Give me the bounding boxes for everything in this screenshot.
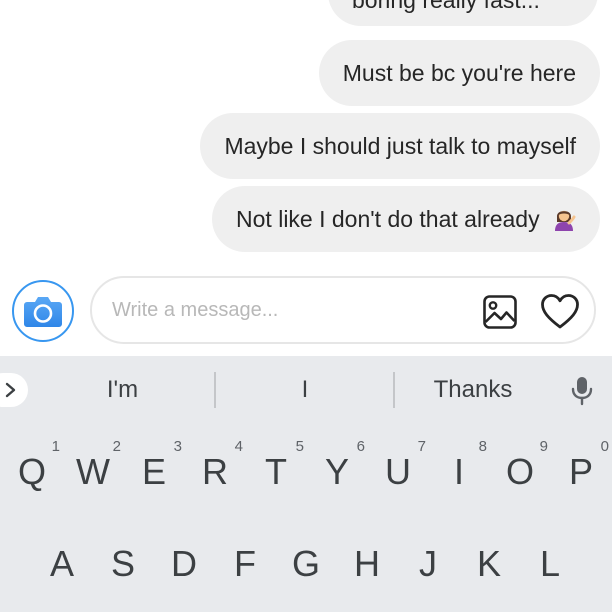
key-letter: K: [476, 543, 501, 584]
key-letter: F: [234, 543, 256, 584]
key-letter: U: [385, 451, 411, 492]
suggestion-item[interactable]: Thanks: [395, 374, 551, 406]
key-letter: R: [202, 451, 228, 492]
key-letter: O: [505, 451, 534, 492]
person-tipping-hand-emoji: [555, 210, 576, 231]
heart-icon: [541, 294, 579, 329]
key-letter: A: [49, 543, 74, 584]
key-d[interactable]: D: [154, 528, 214, 588]
chat-screen: boring really fast... Must be bc you're …: [0, 0, 612, 612]
message-field[interactable]: [90, 276, 596, 344]
camera-icon: [17, 285, 69, 337]
key-letter: D: [171, 543, 197, 584]
key-letter: Q: [17, 451, 46, 492]
key-letter: I: [453, 451, 464, 492]
key-q[interactable]: 1 Q: [2, 436, 62, 496]
message-text: Not like I don't do that already: [236, 206, 540, 232]
mic-icon: [571, 377, 593, 406]
key-l[interactable]: L: [520, 528, 580, 588]
suggestion-item[interactable]: I'm: [30, 374, 215, 406]
key-o[interactable]: 9 O: [490, 436, 550, 496]
suggestion-bar: I'm I Thanks: [0, 356, 612, 424]
key-r[interactable]: 4 R: [185, 436, 245, 496]
key-j[interactable]: J: [398, 528, 458, 588]
key-h[interactable]: H: [337, 528, 397, 588]
message-bubble[interactable]: Not like I don't do that already: [212, 186, 600, 252]
chevron-right-icon: [5, 382, 16, 398]
key-e[interactable]: 3 E: [124, 436, 184, 496]
key-letter: H: [354, 543, 380, 584]
expand-toolbar-button[interactable]: [0, 373, 28, 407]
suggestion-item[interactable]: I: [216, 374, 394, 406]
message-text: boring really fast...: [352, 0, 540, 13]
message-thread: boring really fast... Must be bc you're …: [0, 0, 612, 262]
key-letter: W: [76, 451, 110, 492]
key-letter: G: [291, 543, 320, 584]
message-bubble[interactable]: Maybe I should just talk to mayself: [200, 113, 600, 179]
message-text: Maybe I should just talk to mayself: [224, 133, 576, 159]
key-letter: Y: [324, 451, 349, 492]
message-bubble[interactable]: boring really fast...: [328, 0, 598, 26]
camera-button[interactable]: [12, 280, 74, 342]
key-u[interactable]: 7 U: [368, 436, 428, 496]
gallery-icon: [483, 295, 517, 329]
message-input[interactable]: [112, 295, 462, 325]
key-f[interactable]: F: [215, 528, 275, 588]
key-w[interactable]: 2 W: [63, 436, 123, 496]
key-p[interactable]: 0 P: [551, 436, 611, 496]
key-letter: J: [419, 543, 437, 584]
message-bubble[interactable]: Must be bc you're here: [318, 40, 600, 106]
key-letter: S: [110, 543, 135, 584]
key-letter: L: [539, 543, 561, 584]
key-letter: T: [265, 451, 287, 492]
key-y[interactable]: 6 Y: [307, 436, 367, 496]
key-k[interactable]: K: [459, 528, 519, 588]
message-composer: [0, 262, 612, 356]
key-t[interactable]: 5 T: [246, 436, 306, 496]
key-i[interactable]: 8 I: [429, 436, 489, 496]
key-s[interactable]: S: [93, 528, 153, 588]
heart-button[interactable]: [540, 292, 580, 332]
gallery-button[interactable]: [482, 294, 518, 330]
message-text: Must be bc you're here: [342, 60, 576, 86]
mic-button[interactable]: [566, 374, 598, 406]
keyboard: I'm I Thanks 1 Q 2 W 3 E 4 R 5 T 6 Y 7 U…: [0, 356, 612, 612]
key-letter: P: [568, 451, 593, 492]
key-a[interactable]: A: [32, 528, 92, 588]
key-g[interactable]: G: [276, 528, 336, 588]
key-letter: E: [141, 451, 166, 492]
